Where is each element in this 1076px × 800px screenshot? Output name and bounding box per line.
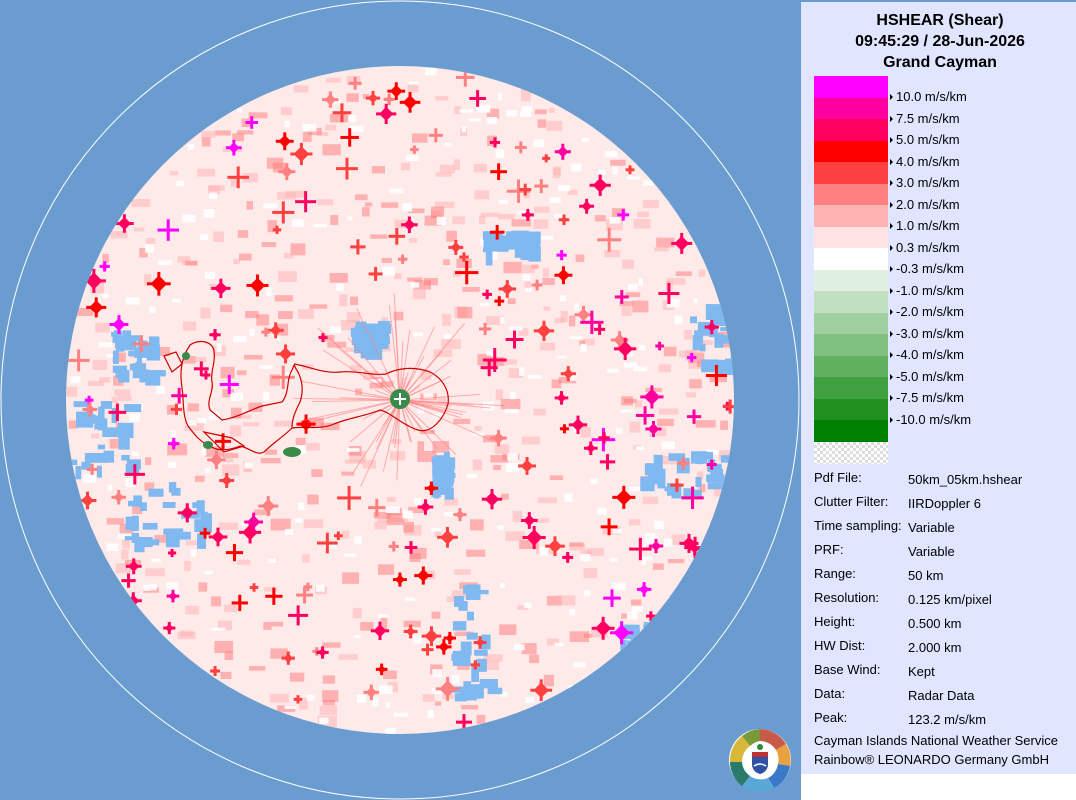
info-value: 123.2 m/s/km bbox=[908, 712, 987, 727]
side-panel: HSHEAR (Shear) 09:45:29 / 28-Jun-2026 Gr… bbox=[801, 2, 1076, 774]
legend-entry: 7.5 m/s/km bbox=[814, 97, 1004, 126]
timestamp: 09:45:29 / 28-Jun-2026 bbox=[855, 33, 1025, 50]
vendor-credit: Rainbow® LEONARDO Germany GmbH bbox=[814, 752, 1049, 767]
info-value: IIRDoppler 6 bbox=[908, 496, 981, 511]
legend-swatch bbox=[814, 119, 888, 141]
legend-entry: 0.3 m/s/km bbox=[814, 226, 1004, 255]
info-row: Height: 0.500 km bbox=[814, 614, 1074, 638]
info-row: Clutter Filter: IIRDoppler 6 bbox=[814, 494, 1074, 518]
info-row: Peak: 123.2 m/s/km bbox=[814, 710, 1074, 734]
legend-swatch bbox=[814, 355, 888, 378]
info-value: Radar Data bbox=[908, 688, 975, 703]
info-row: PRF: Variable bbox=[814, 542, 1074, 566]
info-row: Resolution: 0.125 km/pixel bbox=[814, 590, 1074, 614]
legend-swatch bbox=[814, 140, 888, 163]
agency-credit: Cayman Islands National Weather Service bbox=[814, 733, 1058, 748]
legend-swatch bbox=[814, 97, 888, 120]
info-value: 0.500 km bbox=[908, 616, 962, 631]
info-row: Time sampling: Variable bbox=[814, 518, 1074, 542]
legend-entry: -5.0 m/s/km bbox=[814, 355, 1004, 384]
radar-site-icon[interactable] bbox=[390, 389, 410, 409]
info-value: 0.125 km/pixel bbox=[908, 592, 992, 607]
radar-display[interactable] bbox=[0, 0, 800, 800]
legend-entry: -7.5 m/s/km bbox=[814, 377, 1004, 405]
legend-entry: 2.0 m/s/km bbox=[814, 183, 1004, 212]
legend-swatch bbox=[814, 269, 888, 292]
legend-entry: -10.0 m/s/km bbox=[814, 398, 1004, 427]
legend-entry: 10.0 m/s/km bbox=[814, 76, 1004, 104]
site-name: Grand Cayman bbox=[883, 54, 997, 71]
info-key: Base Wind: bbox=[814, 662, 881, 677]
info-key: Pdf File: bbox=[814, 470, 862, 485]
info-value: Variable bbox=[908, 520, 955, 535]
legend-entry: 3.0 m/s/km bbox=[814, 162, 1004, 190]
info-row: Data: Radar Data bbox=[814, 686, 1074, 710]
legend-entry: -3.0 m/s/km bbox=[814, 312, 1004, 341]
cayman-crest-logo bbox=[729, 729, 791, 792]
legend-swatch bbox=[814, 248, 888, 270]
info-value: 50km_05km.hshear bbox=[908, 472, 1023, 487]
legend-swatch bbox=[814, 377, 888, 399]
info-value: 2.000 km bbox=[908, 640, 962, 655]
info-row: Base Wind: Kept bbox=[814, 662, 1074, 686]
info-key: Peak: bbox=[814, 710, 848, 725]
info-value: Kept bbox=[908, 664, 935, 679]
legend-nodata-swatch bbox=[814, 441, 888, 464]
legend-entry: -1.0 m/s/km bbox=[814, 269, 1004, 298]
info-key: Height: bbox=[814, 614, 856, 629]
legend-entry: -0.3 m/s/km bbox=[814, 248, 1004, 276]
info-key: Resolution: bbox=[814, 590, 880, 605]
info-key: PRF: bbox=[814, 542, 844, 557]
info-row: Pdf File: 50km_05km.hshear bbox=[814, 470, 1074, 494]
legend-label: -10.0 m/s/km bbox=[896, 411, 972, 427]
info-value: 50 km bbox=[908, 568, 944, 583]
legend-swatch bbox=[814, 398, 888, 421]
legend-tick-icon bbox=[890, 416, 893, 423]
info-key: Range: bbox=[814, 566, 856, 581]
legend-swatch bbox=[814, 291, 888, 313]
legend-entry: 5.0 m/s/km bbox=[814, 119, 1004, 147]
legend-swatch bbox=[814, 183, 888, 206]
info-key: Clutter Filter: bbox=[814, 494, 889, 509]
legend-entry: 4.0 m/s/km bbox=[814, 140, 1004, 169]
legend-swatch bbox=[814, 334, 888, 356]
panel-footer-strip bbox=[801, 774, 1076, 800]
info-key: HW Dist: bbox=[814, 638, 866, 653]
legend-swatch bbox=[814, 205, 888, 227]
info-key: Time sampling: bbox=[814, 518, 902, 533]
legend-entry: -2.0 m/s/km bbox=[814, 291, 1004, 319]
legend-swatch bbox=[814, 312, 888, 335]
product-title: HSHEAR (Shear) bbox=[876, 12, 1004, 29]
info-key: Data: bbox=[814, 686, 846, 701]
legend-swatch bbox=[814, 162, 888, 184]
legend-entry: -4.0 m/s/km bbox=[814, 334, 1004, 362]
info-value: Variable bbox=[908, 544, 955, 559]
legend-entry: 1.0 m/s/km bbox=[814, 205, 1004, 233]
legend-swatch-bottom bbox=[814, 420, 888, 442]
info-row: Range: 50 km bbox=[814, 566, 1074, 590]
info-row: HW Dist: 2.000 km bbox=[814, 638, 1074, 662]
legend-swatch bbox=[814, 76, 888, 98]
legend-swatch bbox=[814, 226, 888, 249]
